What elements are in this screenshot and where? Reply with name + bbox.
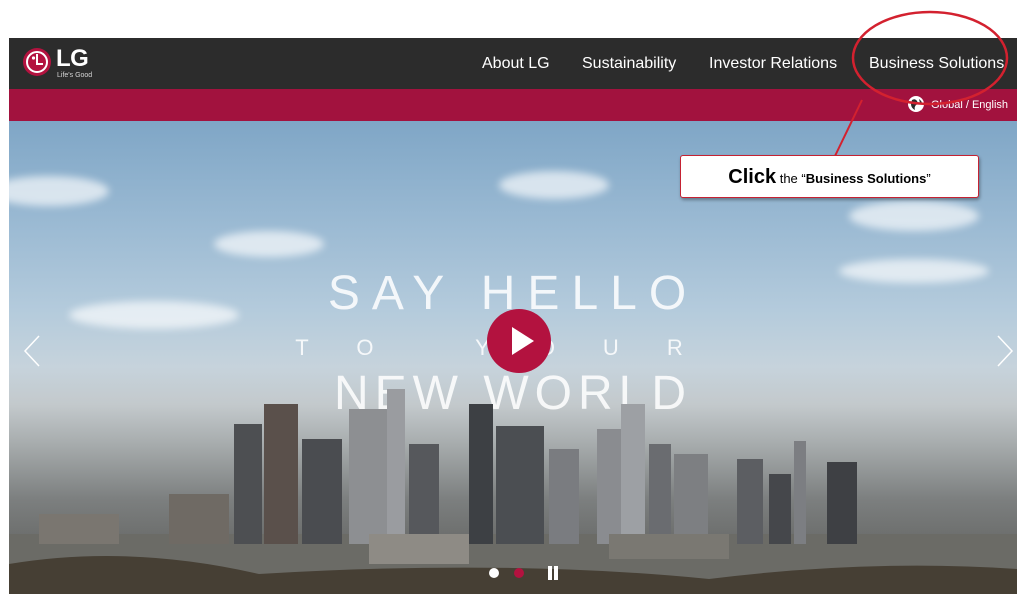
callout-click-word: Click [728,166,777,188]
nav-about-lg[interactable]: About LG [482,55,550,73]
nav-investor-relations[interactable]: Investor Relations [709,55,837,73]
logo-tagline: Life's Good [57,72,93,79]
region-bar: Global / English [9,89,1017,121]
nav-sustainability[interactable]: Sustainability [582,55,676,73]
instruction-callout: Click the “Business Solutions” [680,155,979,198]
nav-business-solutions[interactable]: Business Solutions [869,55,1004,73]
cloud [9,176,109,206]
play-video-button[interactable] [487,309,551,373]
callout-end-text: ” [926,171,931,186]
cloud [214,231,324,257]
lg-website: LG Life's Good About LG Sustainability I… [9,38,1017,594]
callout-target-text: Business Solutions [805,171,927,186]
cloud [499,171,609,199]
region-language-selector[interactable]: Global / English [931,99,1008,111]
lg-face-icon [23,48,51,76]
pause-carousel-button[interactable] [547,566,559,580]
cloud [849,201,979,231]
carousel-dot-1[interactable] [489,568,499,578]
next-slide-arrow-icon[interactable] [994,334,1016,368]
globe-icon[interactable] [907,95,925,113]
top-navigation-bar: LG Life's Good About LG Sustainability I… [9,38,1017,89]
logo-text: LG [56,45,89,72]
city-skyline-image [9,389,1017,594]
lg-logo[interactable]: LG Life's Good [23,45,113,82]
carousel-dot-2-active[interactable] [514,568,524,578]
callout-text: Click the “Business Solutions” [681,166,978,189]
callout-middle-text: the “ [776,171,806,186]
previous-slide-arrow-icon[interactable] [21,334,43,368]
play-icon [512,327,534,355]
